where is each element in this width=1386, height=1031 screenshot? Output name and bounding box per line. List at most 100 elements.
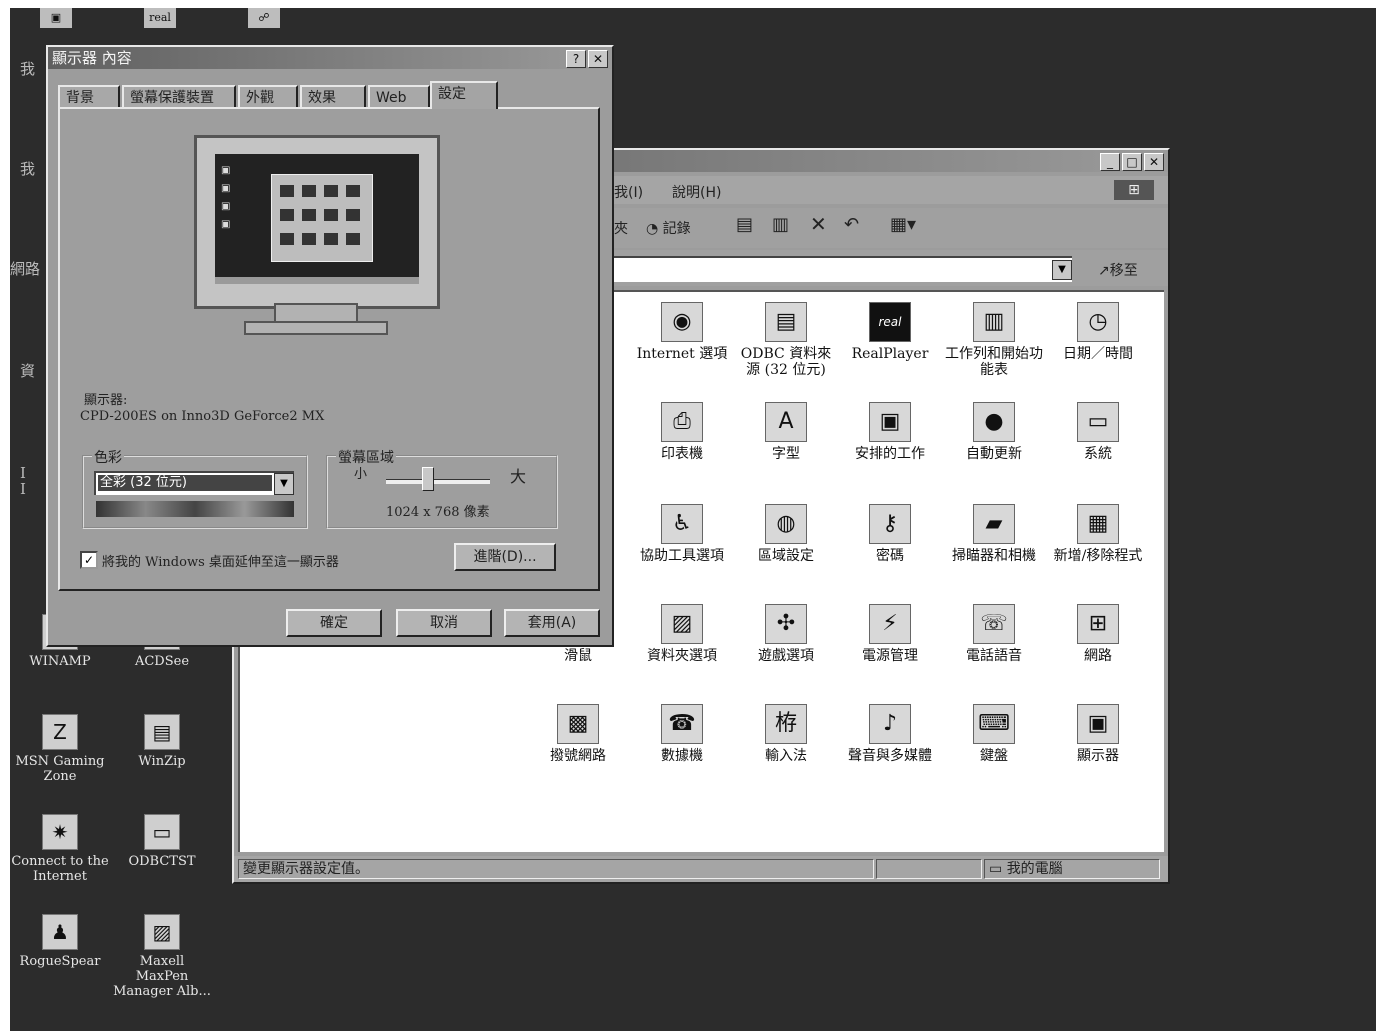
control-panel-item[interactable]: ⚷ 密碼 xyxy=(838,504,942,564)
desktop-icon[interactable]: ♟ RogueSpear xyxy=(10,914,110,969)
tab-web[interactable]: Web xyxy=(368,85,430,107)
control-panel-item[interactable]: ⎙ 印表機 xyxy=(630,402,734,462)
tab-appearance[interactable]: 外觀 xyxy=(238,85,298,107)
tab-effects[interactable]: 效果 xyxy=(300,85,366,107)
control-panel-item-label: 密碼 xyxy=(876,548,904,564)
control-panel-item[interactable]: A 字型 xyxy=(734,402,838,462)
control-panel-item[interactable]: ▩ 撥號網路 xyxy=(526,704,630,764)
tab-background[interactable]: 背景 xyxy=(58,85,120,107)
tab-settings[interactable]: 設定 xyxy=(430,81,498,109)
control-panel-item-label: 數據機 xyxy=(661,748,703,764)
control-panel-item[interactable]: ▨ 資料夾選項 xyxy=(630,604,734,664)
desktop: ▣real☍ 我 我 網路 資 I I ↗WINAMP▦ACDSeeZMSN G… xyxy=(10,8,1376,1031)
preview-taskbar xyxy=(215,277,419,284)
close-button[interactable]: ✕ xyxy=(588,50,608,68)
regional-settings-icon: ◍ xyxy=(765,504,807,544)
tab-strip: 背景 螢幕保護裝置 外觀 效果 Web 設定 xyxy=(58,81,598,109)
menu-item-partial[interactable]: 我(I) xyxy=(614,182,643,202)
control-panel-item[interactable]: ◷ 日期／時間 xyxy=(1046,302,1150,362)
toolbar-history-button[interactable]: ◔ 記錄 xyxy=(646,218,691,238)
colors-select[interactable]: 全彩 (32 位元) ▼ xyxy=(94,471,294,495)
network-shortcut-icon[interactable]: ☍ xyxy=(248,8,280,28)
close-button[interactable]: ✕ xyxy=(1144,153,1164,171)
control-panel-item[interactable]: ◍ 區域設定 xyxy=(734,504,838,564)
chevron-down-icon[interactable]: ▼ xyxy=(274,473,294,495)
minimize-button[interactable]: _ xyxy=(1100,153,1120,171)
scheduled-tasks-icon: ▣ xyxy=(869,402,911,442)
control-panel-item[interactable]: ☎ 數據機 xyxy=(630,704,734,764)
sounds-multimedia-icon: ♪ xyxy=(869,704,911,744)
desktop-icon[interactable]: ▨ Maxell MaxPen Manager Alb... xyxy=(112,914,212,999)
desktop-icon[interactable]: ▤ WinZip xyxy=(112,714,212,769)
control-panel-item-label: 安排的工作 xyxy=(855,446,925,462)
desktop-icon-label: ODBCTST xyxy=(128,854,196,869)
apply-button[interactable]: 套用(A) xyxy=(504,609,600,637)
control-panel-item[interactable]: ● 自動更新 xyxy=(942,402,1046,462)
copy-icon[interactable]: ▥ xyxy=(772,214,789,235)
control-panel-item[interactable]: real RealPlayer xyxy=(838,302,942,362)
desktop-icon-label: MSN Gaming Zone xyxy=(15,754,105,784)
cancel-button[interactable]: 取消 xyxy=(396,609,492,637)
control-panel-item[interactable]: ▦ 新增/移除程式 xyxy=(1046,504,1150,564)
desktop-icon-label: WINAMP xyxy=(29,654,91,669)
advanced-button[interactable]: 進階(D)... xyxy=(454,543,556,571)
realplayer-icon: real xyxy=(869,302,911,342)
extend-desktop-checkbox[interactable]: ✓ xyxy=(80,551,98,569)
telephony-icon: ☏ xyxy=(973,604,1015,644)
dialog-titlebar[interactable]: 顯示器 內容 ? ✕ xyxy=(48,47,612,69)
accessibility-icon: ♿ xyxy=(661,504,703,544)
move-icon[interactable]: ▤ xyxy=(736,214,753,235)
desktop-icon[interactable]: Z MSN Gaming Zone xyxy=(10,714,110,784)
screen-area-group: 螢幕區域 小 大 1024 x 768 像素 xyxy=(326,447,558,529)
control-panel-item-label: 遊戲選項 xyxy=(758,648,814,664)
undo-icon[interactable]: ↶ xyxy=(844,214,859,235)
control-panel-item[interactable]: ▣ 顯示器 xyxy=(1046,704,1150,764)
folder-icon: ▨ xyxy=(144,914,180,950)
control-panel-item[interactable]: ♪ 聲音與多媒體 xyxy=(838,704,942,764)
desktop-shortcut-icon[interactable]: ▣ xyxy=(40,8,72,28)
ok-button[interactable]: 確定 xyxy=(286,609,382,637)
taskbar-icon: ▥ xyxy=(973,302,1015,342)
area-large-label: 大 xyxy=(510,467,527,486)
clipped-desktop-label: 我 xyxy=(20,60,36,78)
desktop-icon[interactable]: ▭ ODBCTST xyxy=(112,814,212,869)
control-panel-item[interactable]: ▥ 工作列和開始功能表 xyxy=(942,302,1046,378)
control-panel-item[interactable]: ⊞ 網路 xyxy=(1046,604,1150,664)
desktop-icon[interactable]: ✷ Connect to the Internet xyxy=(10,814,110,884)
help-button[interactable]: ? xyxy=(566,50,586,68)
control-panel-item[interactable]: ⚡ 電源管理 xyxy=(838,604,942,664)
menu-item-help[interactable]: 說明(H) xyxy=(672,182,721,202)
system-icon: ▭ xyxy=(1077,402,1119,442)
address-dropdown-icon[interactable]: ▼ xyxy=(1052,260,1072,280)
add-remove-programs-icon: ▦ xyxy=(1077,504,1119,544)
clipped-desktop-label: I xyxy=(20,480,26,498)
views-icon[interactable]: ▦▾ xyxy=(890,214,916,235)
control-panel-item-label: 顯示器 xyxy=(1077,748,1119,764)
colors-group: 色彩 全彩 (32 位元) ▼ xyxy=(82,447,308,529)
control-panel-item[interactable]: ▭ 系統 xyxy=(1046,402,1150,462)
delete-icon[interactable]: ✕ xyxy=(810,212,827,236)
control-panel-item[interactable]: ▤ ODBC 資料來源 (32 位元) xyxy=(734,302,838,378)
control-panel-item[interactable]: ⌨ 鍵盤 xyxy=(942,704,1046,764)
control-panel-item[interactable]: 栫輸入法 xyxy=(734,704,838,764)
realplayer-icon[interactable]: real xyxy=(144,8,176,28)
control-panel-item[interactable]: ♿ 協助工具選項 xyxy=(630,504,734,564)
status-location: ▭ 我的電腦 xyxy=(984,859,1160,879)
control-panel-item[interactable]: ▰ 掃瞄器和相機 xyxy=(942,504,1046,564)
resolution-slider-track[interactable] xyxy=(386,479,490,484)
tab-screensaver[interactable]: 螢幕保護裝置 xyxy=(122,85,236,107)
toolbar-folders-button[interactable]: 夾 xyxy=(614,218,628,238)
clipped-desktop-label: 我 xyxy=(20,160,36,178)
control-panel-item[interactable]: ◉ Internet 選項 xyxy=(630,302,734,362)
display-properties-dialog: 顯示器 內容 ? ✕ 背景 螢幕保護裝置 外觀 效果 Web 設定 ▣ ▣ ▣ ▣ xyxy=(46,45,614,647)
go-button[interactable]: ↗移至 xyxy=(1098,260,1138,280)
connect-internet-icon: ✷ xyxy=(42,814,78,850)
passwords-icon: ⚷ xyxy=(869,504,911,544)
clipped-desktop-label: 資 xyxy=(20,362,36,380)
control-panel-item[interactable]: ✣ 遊戲選項 xyxy=(734,604,838,664)
resolution-slider-thumb[interactable] xyxy=(422,467,434,491)
control-panel-item[interactable]: ☏ 電話語音 xyxy=(942,604,1046,664)
control-panel-item[interactable]: ▣ 安排的工作 xyxy=(838,402,942,462)
internet-options-icon: ◉ xyxy=(661,302,703,342)
maximize-button[interactable]: □ xyxy=(1122,153,1142,171)
